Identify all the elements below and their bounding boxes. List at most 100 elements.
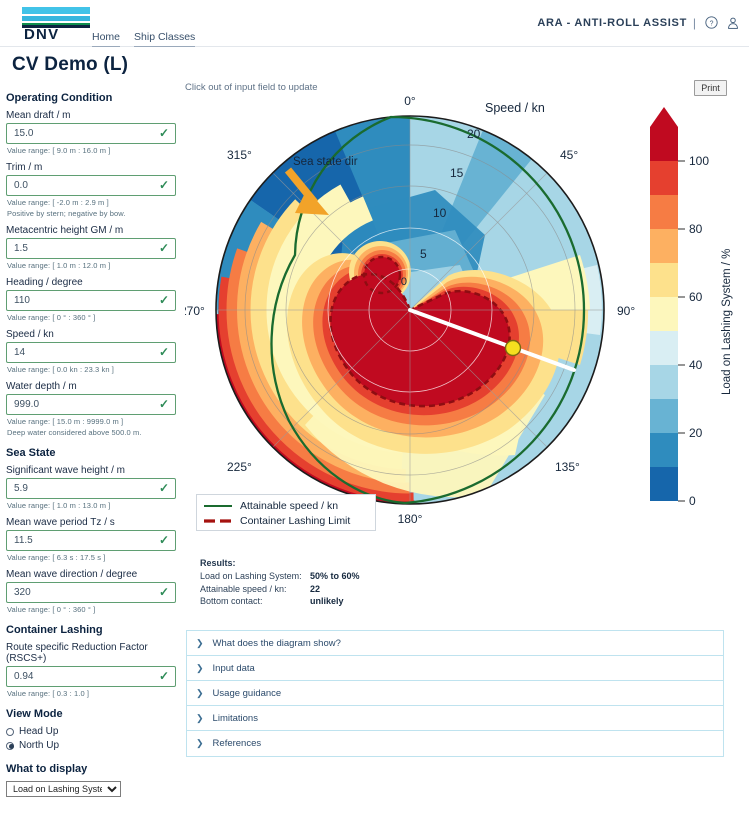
section-heading-container-lashing: Container Lashing xyxy=(6,624,103,636)
speed-input[interactable] xyxy=(6,342,176,363)
field-hint: Value range: [ 0 ° : 360 ° ] xyxy=(7,605,96,614)
dnv-logo xyxy=(22,7,90,28)
colorbar-tick-100: 100 xyxy=(689,154,709,168)
water-depth-input[interactable] xyxy=(6,394,176,415)
section-heading-what-to-display: What to display xyxy=(6,763,88,775)
field-rscs: Route specific Reduction Factor (RSCS+) … xyxy=(6,642,177,698)
results-title: Results: xyxy=(200,558,236,568)
valid-check-icon: ✓ xyxy=(158,293,169,307)
radio-circle-selected-icon[interactable] xyxy=(6,741,14,750)
trim-input[interactable] xyxy=(6,175,176,196)
nav-item-ship-classes[interactable]: Ship Classes xyxy=(134,31,196,47)
colorbar-tick-60: 60 xyxy=(689,290,703,304)
angular-tick-45: 45° xyxy=(560,148,578,162)
legend-label: Attainable speed / kn xyxy=(240,499,339,512)
chevron-right-icon: ❯ xyxy=(196,738,204,748)
valid-check-icon: ✓ xyxy=(158,241,169,255)
result-row-bottom-contact: Bottom contact: unlikely xyxy=(200,596,500,606)
print-button[interactable]: Print xyxy=(694,80,727,96)
accordion-item-what-does-the-diagram-show[interactable]: ❯ What does the diagram show? xyxy=(187,631,723,656)
field-label: Route specific Reduction Factor (RSCS+) xyxy=(6,642,148,664)
valid-check-icon: ✓ xyxy=(158,669,169,683)
radio-north-up[interactable]: North Up xyxy=(6,740,177,751)
svg-text:?: ? xyxy=(710,20,714,27)
section-heading-operating-condition: Operating Condition xyxy=(6,92,113,104)
rscs-input[interactable] xyxy=(6,666,176,687)
field-label: Heading / degree xyxy=(6,277,83,288)
field-mean-wave-period: Mean wave period Tz / s ✓ Value range: [… xyxy=(6,517,177,562)
legend-entry-attainable-speed: Attainable speed / kn xyxy=(203,498,369,513)
page-title: CV Demo (L) xyxy=(12,54,129,75)
accordion-item-limitations[interactable]: ❯ Limitations xyxy=(187,706,723,731)
radial-axis-label: Speed / kn xyxy=(485,101,545,115)
field-significant-wave-height: Significant wave height / m ✓ Value rang… xyxy=(6,465,177,510)
accordion-item-usage-guidance[interactable]: ❯ Usage guidance xyxy=(187,681,723,706)
field-label: Mean wave direction / degree xyxy=(6,569,138,580)
metacentric-height-input[interactable] xyxy=(6,238,176,259)
field-hint: Value range: [ 0.0 kn : 23.3 kn ] xyxy=(7,365,114,374)
field-water-depth: Water depth / m ✓ Value range: [ 15.0 m … xyxy=(6,381,177,437)
field-label: Mean draft / m xyxy=(6,110,71,121)
field-hint-extra: Positive by stern; negative by bow. xyxy=(7,209,126,218)
field-mean-draft: Mean draft / m ✓ Value range: [ 9.0 m : … xyxy=(6,110,177,155)
valid-check-icon: ✓ xyxy=(158,397,169,411)
radial-tick-5: 5 xyxy=(420,247,427,261)
valid-check-icon: ✓ xyxy=(158,585,169,599)
significant-wave-height-input[interactable] xyxy=(6,478,176,499)
legend-label: Container Lashing Limit xyxy=(240,514,351,527)
sea-state-direction-label: Sea state dir xyxy=(293,156,358,168)
accordion-label: References xyxy=(212,738,262,749)
mean-wave-period-input[interactable] xyxy=(6,530,176,551)
valid-check-icon: ✓ xyxy=(158,178,169,192)
radio-head-up[interactable]: Head Up xyxy=(6,726,177,737)
legend-entry-container-lashing-limit: Container Lashing Limit xyxy=(203,513,369,528)
angular-tick-90: 90° xyxy=(617,304,635,318)
polar-plot-svg: Sea state dir 0 5 10 15 20 Speed / kn 0°… xyxy=(185,95,733,526)
mean-wave-direction-input[interactable] xyxy=(6,582,176,603)
result-row-lashing-load: Load on Lashing System: 50% to 60% xyxy=(200,571,500,581)
field-hint: Value range: [ 0.3 : 1.0 ] xyxy=(7,689,90,698)
mean-draft-input[interactable] xyxy=(6,123,176,144)
accordion-label: Limitations xyxy=(212,712,258,724)
heading-input[interactable] xyxy=(6,290,176,311)
result-value: 22 xyxy=(310,583,321,594)
colorbar: 100 80 60 40 20 0 Load on Lashing System… xyxy=(650,107,733,508)
result-value: unlikely xyxy=(310,596,344,606)
result-key: Bottom contact: xyxy=(200,596,263,606)
chart-legend: Attainable speed / kn Container Lashing … xyxy=(196,494,376,531)
field-label: Metacentric height GM / m xyxy=(6,225,124,236)
chevron-right-icon: ❯ xyxy=(196,712,204,723)
field-heading: Heading / degree ✓ Value range: [ 0 ° : … xyxy=(6,277,177,322)
accordion-item-input-data[interactable]: ❯ Input data xyxy=(187,656,723,681)
nav-item-home[interactable]: Home xyxy=(92,31,121,47)
input-form-panel: Operating Condition Mean draft / m ✓ Val… xyxy=(0,88,185,823)
accordion-item-references[interactable]: ❯ References xyxy=(187,731,723,756)
chevron-right-icon: ❯ xyxy=(196,637,204,648)
top-navigation-bar: DNV Home Ship Classes ARA - ANTI-ROLL AS… xyxy=(0,0,749,47)
result-key: Load on Lashing System: xyxy=(200,571,302,581)
chevron-right-icon: ❯ xyxy=(196,662,204,673)
user-icon[interactable] xyxy=(726,16,740,33)
field-trim: Trim / m ✓ Value range: [ -2.0 m : 2.9 m… xyxy=(6,162,177,218)
valid-check-icon: ✓ xyxy=(158,126,169,140)
field-label: Speed / kn xyxy=(6,329,54,340)
operating-point-marker xyxy=(504,339,522,357)
colorbar-tick-80: 80 xyxy=(689,222,703,236)
colorbar-tick-0: 0 xyxy=(689,494,696,508)
update-hint-text: Click out of input field to update xyxy=(185,82,318,93)
question-circle-icon[interactable]: ? xyxy=(705,16,718,32)
app-title: ARA - ANTI-ROLL ASSIST xyxy=(537,17,687,29)
dnv-logo-text: DNV xyxy=(24,26,60,43)
radio-label: North Up xyxy=(19,740,60,751)
result-key: Attainable speed / kn: xyxy=(200,583,287,594)
field-metacentric-height: Metacentric height GM / m ✓ Value range:… xyxy=(6,225,177,270)
radio-circle-icon[interactable] xyxy=(6,727,14,736)
radio-label: Head Up xyxy=(19,726,59,737)
what-to-display-select[interactable]: Load on Lashing System xyxy=(6,781,121,797)
field-mean-wave-direction: Mean wave direction / degree ✓ Value ran… xyxy=(6,569,177,614)
valid-check-icon: ✓ xyxy=(158,533,169,547)
chevron-right-icon: ❯ xyxy=(196,687,204,698)
results-panel: Results: Load on Lashing System: 50% to … xyxy=(200,558,500,609)
angular-tick-180: 180° xyxy=(398,512,423,526)
radial-tick-15: 15 xyxy=(450,166,464,180)
